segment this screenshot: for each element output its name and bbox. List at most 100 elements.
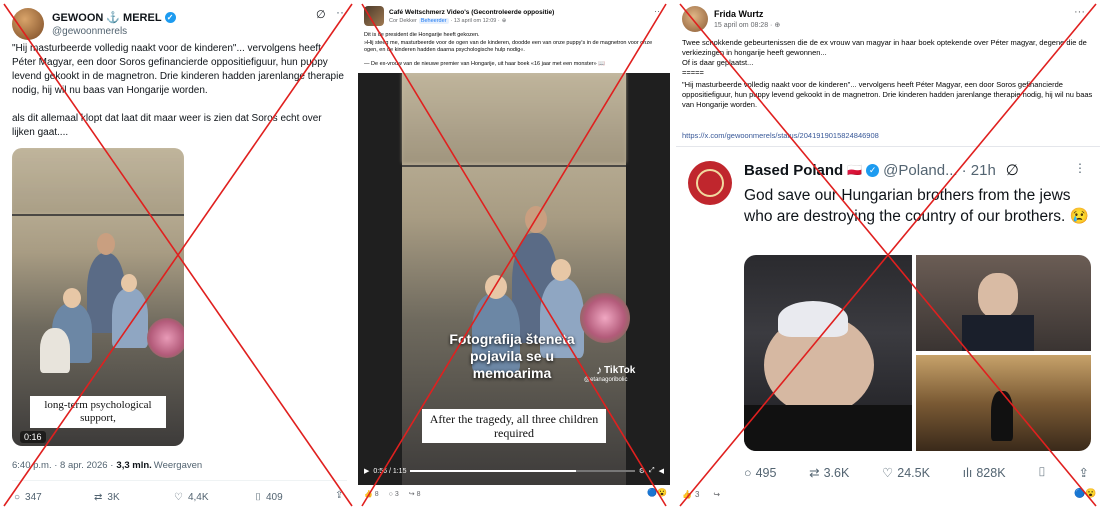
reply-icon: ○ [744,465,752,480]
settings-icon[interactable]: ⚙ [639,467,645,475]
like-count: 8 [374,490,379,498]
post-line-1: Dit is de president die Hongarije heeft … [364,32,480,38]
fullscreen-icon[interactable]: ⤢ [649,467,655,475]
heart-icon: ♡ [174,492,183,503]
comment-button[interactable]: ○ 3 [389,491,399,498]
views-count: 828K [976,465,1006,480]
grok-icon[interactable]: ∅ [316,8,326,21]
repost-count: 3K [107,492,120,503]
reply-count: 347 [25,492,42,503]
avatar[interactable] [682,6,708,32]
verified-icon: ✓ [866,163,880,177]
reply-button[interactable]: ○ 347 [14,492,42,503]
bookmark-count: 409 [266,492,283,503]
comment-icon: ○ [388,490,393,498]
reply-count: 495 [755,465,777,480]
post-header: GEWOON ⚓ MEREL ✓ @gewoonmerels [12,8,176,40]
more-icon[interactable]: ··· [1074,6,1085,18]
more-icon[interactable]: ··· [336,5,348,19]
post-meta: 6:40 p.m. · 8 apr. 2026 · 3,3 mln. Weerg… [12,460,202,471]
video-caption: long-term psychological support, [30,396,166,428]
bookmark-button[interactable]: ⌷ 409 [255,492,283,503]
like-button[interactable]: 👍 3 [682,490,699,499]
post-separator: ===== [682,68,704,77]
like-button[interactable]: 👍 8 [364,490,379,499]
avatar[interactable] [12,8,44,40]
embed-photo-2[interactable] [916,255,1091,351]
author-name[interactable]: Cor Dekker [389,18,417,24]
comment-count: 3 [394,490,399,498]
post-date[interactable]: · 13 april om 12:09 · [451,18,500,24]
post-line-2: »Hij steeg me, masturbeerde voor de ogen… [364,40,653,53]
embed-author[interactable]: Based Poland [744,162,843,179]
facebook-video-panel: Café Weltschmerz Video's (Gecontroleerde… [358,0,670,510]
post-time[interactable]: 6:40 p.m. · 8 apr. 2026 · [12,460,113,471]
tiktok-watermark: ♪ TikTok [596,363,635,377]
embed-more-icon[interactable]: ⋮ [1074,161,1086,175]
post-views: 3,3 mln. [116,460,152,471]
play-icon[interactable]: ▶ [364,467,369,475]
embed-text: God save our Hungarian brothers from the… [744,187,1089,225]
post-line-3: "Hij masturbeerde volledig naakt voor de… [682,80,1093,109]
page-avatar[interactable] [364,6,384,26]
bookmark-icon: ⌷ [255,492,261,503]
reply-icon: ○ [14,492,21,503]
share-icon: ⇪ [335,490,344,501]
post-date[interactable]: 15 april om 08:28 · [714,22,772,29]
repost-button[interactable]: ⇄ 3K [94,492,120,503]
like-button[interactable]: ♡ 24.5K [882,465,930,481]
x-post-panel: GEWOON ⚓ MEREL ✓ @gewoonmerels ∅ ··· "Hi… [0,0,356,510]
verified-icon: ✓ [164,12,176,23]
embed-avatar[interactable] [688,161,732,205]
facebook-post-panel: Frida Wurtz 15 april om 08:28 · ⊕ ··· Tw… [676,0,1100,510]
author-name-2[interactable]: MEREL [123,12,162,24]
embed-time[interactable]: · 21h [962,162,996,179]
video-controls: ▶ 0:56 / 1:15 ⚙ ⤢ ◀ [364,467,664,475]
video-time: 0:56 / 1:15 [373,467,407,475]
more-icon[interactable]: ··· [654,6,663,16]
heart-icon: ♡ [882,466,894,480]
post-line-2: Of is daar geplaatst... [682,58,754,67]
post-views-label: Weergaven [153,460,203,471]
video-player[interactable]: Fotografija šteneta pojavila se u memoar… [358,73,670,485]
embed-stats: ○ 495 ⇄ 3.6K ♡ 24.5K ılı 828K ⌷ ⇪ [744,465,1089,480]
embed-photo-1[interactable] [744,255,912,451]
video-overlay-text: Fotografija šteneta pojavila se u memoar… [449,331,575,381]
repost-count: 3.6K [823,465,850,480]
grok-icon[interactable]: ∅ [1006,161,1019,179]
video-caption: After the tragedy, all three children re… [422,409,606,443]
tiktok-icon: ♪ [596,363,602,377]
like-count: 4,4K [187,492,209,503]
volume-icon[interactable]: ◀ [659,467,664,475]
flag-icon: 🇵🇱 [847,163,863,177]
author-handle[interactable]: @gewoonmerels [52,26,176,37]
like-icon: 👍 [364,491,373,498]
repost-button[interactable]: ⇄ 3.6K [809,465,850,481]
views-button[interactable]: ılı 828K [963,466,1006,480]
author-name[interactable]: Frida Wurtz [714,9,780,19]
bookmark-icon[interactable]: ⌷ [1038,465,1046,480]
repost-icon: ⇄ [94,492,103,503]
author-name[interactable]: GEWOON [52,12,103,24]
like-button[interactable]: ♡ 4,4K [174,492,209,503]
progress-bar[interactable] [410,470,635,472]
like-icon: 👍 [682,490,692,499]
post-link[interactable]: https://x.com/gewoonmerels/status/204191… [682,131,879,140]
like-count: 3 [694,490,700,499]
post-header: Frida Wurtz 15 april om 08:28 · ⊕ [682,6,780,32]
reply-button[interactable]: ○ 495 [744,466,776,480]
tiktok-handle: @etanagoribolic [584,377,628,383]
video-player[interactable]: long-term psychological support, 0:16 [12,148,184,446]
reaction-emoji-icon: 🔵😮 [1074,488,1097,498]
reaction-bar: 👍 3 ↪ [682,490,720,499]
role-badge: Beheerder [418,17,449,24]
share-icon[interactable]: ↪ [713,490,720,499]
embedded-tweet[interactable]: Based Poland 🇵🇱 ✓ @Poland... · 21h ∅ ⋮ G… [676,146,1100,482]
page-name[interactable]: Café Weltschmerz Video's (Gecontroleerde… [389,9,554,16]
share-button[interactable]: ↪ 8 [409,490,421,499]
share-icon[interactable]: ⇪ [1078,465,1088,480]
embed-photo-3[interactable] [916,355,1091,451]
share-button[interactable]: ⇪ [335,490,343,501]
share-count: 8 [416,490,421,498]
embed-handle[interactable]: @Poland... [883,162,957,179]
